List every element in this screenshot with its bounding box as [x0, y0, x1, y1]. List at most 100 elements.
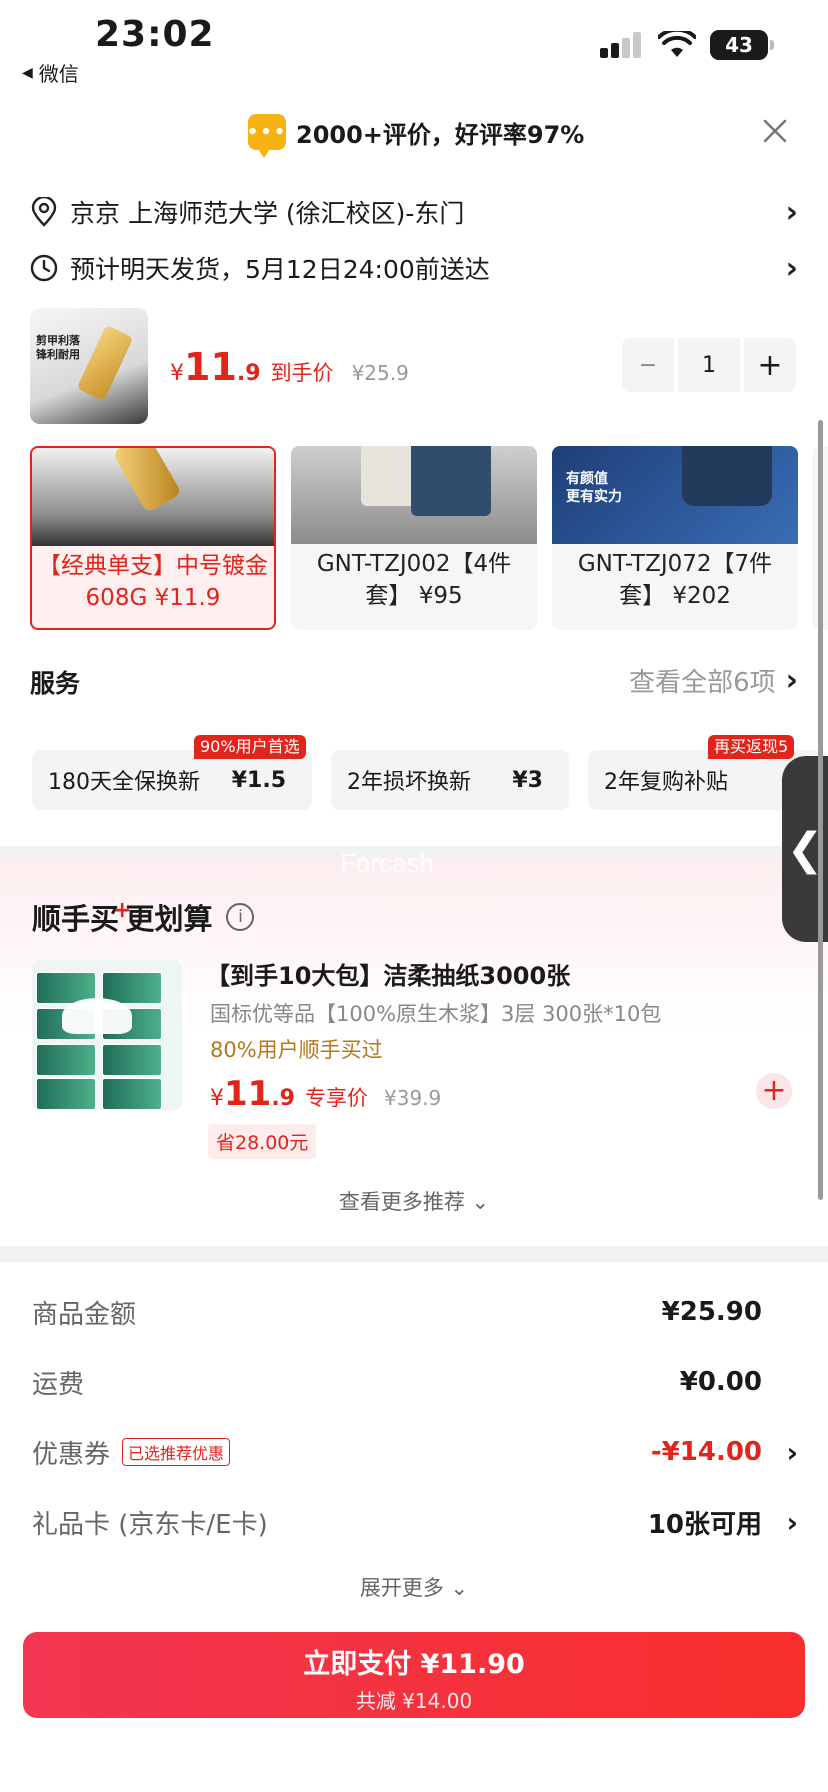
recommend-product-spec: 国标优等品【100%原生木浆】3层 300张*10包	[210, 1002, 662, 1026]
price-symbol: ¥	[170, 361, 184, 386]
back-app-label: 微信	[38, 62, 79, 86]
delivery-row[interactable]: 预计明天发货，5月12日24:00前送达 ›	[30, 246, 798, 290]
service-name: 180天全保换新	[48, 770, 200, 795]
chevron-right-icon: ›	[785, 250, 798, 286]
back-to-app-link[interactable]: ◀ 微信	[22, 58, 79, 87]
coupon-label: 优惠券	[32, 1439, 111, 1470]
info-icon[interactable]: i	[226, 903, 255, 931]
status-time: 23:02	[95, 14, 215, 55]
price-integer: 11	[184, 345, 237, 389]
goods-amount-row: 商品金额 ¥25.90	[32, 1290, 762, 1334]
variant-image-caption: 更有实力	[566, 489, 622, 505]
coupon-tag: 已选推荐优惠	[122, 1438, 231, 1466]
gift-card-value: 10张可用	[647, 1509, 762, 1540]
freight-label: 运费	[32, 1369, 85, 1400]
service-badge: 再买返现5	[708, 735, 795, 759]
gift-card-label: 礼品卡 (京东卡/E卡)	[32, 1509, 268, 1540]
location-pin-icon	[31, 197, 57, 227]
recommend-title-part: 更划算	[125, 902, 213, 936]
clock-icon	[30, 254, 58, 282]
view-all-label: 查看全部6项	[629, 668, 776, 698]
pay-now-button[interactable]: 立即支付 ¥11.90 共减 ¥14.00	[23, 1632, 805, 1718]
variant-name: 【经典单支】中号镀金608G ¥11.9	[38, 553, 268, 611]
wifi-icon	[658, 31, 696, 57]
freight-value: ¥0.00	[679, 1367, 762, 1397]
chat-dots: •••	[246, 121, 288, 143]
status-icons: 43	[600, 30, 774, 60]
chevron-right-icon: ›	[786, 1505, 798, 1539]
price-label: 专享价	[305, 1086, 368, 1110]
variant-option[interactable]: 有颜值 更有实力 GNT-TZJ072【7件套】 ¥202	[552, 446, 798, 630]
chevron-right-icon: ›	[785, 194, 798, 230]
section-divider	[0, 1246, 828, 1262]
cellular-signal-icon	[600, 32, 641, 58]
recommend-social-proof: 80%用户顺手买过	[210, 1038, 383, 1062]
scrollbar[interactable]	[818, 420, 823, 1200]
variant-option[interactable]: GNT-TZJ002【4件套】 ¥95	[291, 446, 537, 630]
battery-icon: 43	[710, 30, 774, 60]
view-more-recommendations[interactable]: 查看更多推荐 ⌄	[0, 1186, 828, 1216]
service-option[interactable]: 2年损坏换新 ¥3	[331, 750, 569, 810]
chevron-right-icon: ›	[785, 663, 798, 698]
service-name: 2年损坏换新	[347, 770, 471, 795]
coupon-row[interactable]: 优惠券 已选推荐优惠 -¥14.00 ›	[32, 1430, 798, 1474]
add-to-order-button[interactable]: +	[756, 1073, 792, 1109]
chevron-right-icon: ›	[786, 1435, 798, 1469]
recommend-price: ¥ 11 .9 专享价 ¥39.9	[210, 1074, 441, 1114]
rating-banner: ••• 2000+评价，好评率97%	[0, 108, 828, 164]
recommend-product-name[interactable]: 【到手10大包】洁柔抽纸3000张	[206, 956, 570, 991]
product-thumb-caption: 剪甲利落 锋利耐用	[36, 334, 80, 361]
service-option[interactable]: 180天全保换新 ¥1.5	[32, 750, 312, 810]
original-price: ¥39.9	[384, 1086, 442, 1110]
service-price: ¥3	[512, 767, 543, 793]
status-bar: 23:02 ◀ 微信 43	[0, 0, 828, 96]
tissue-product-image[interactable]	[32, 960, 182, 1110]
recommend-title-part: 顺手买	[32, 902, 120, 936]
variant-image	[32, 448, 274, 546]
quantity-stepper: − 1 +	[622, 338, 796, 392]
service-price: ¥1.5	[231, 767, 286, 793]
goods-amount-label: 商品金额	[32, 1299, 137, 1330]
product-thumbnail[interactable]: 剪甲利落 锋利耐用	[30, 308, 148, 424]
freight-row: 运费 ¥0.00	[32, 1360, 762, 1404]
increase-button[interactable]: +	[744, 338, 796, 392]
expand-more-button[interactable]: 展开更多 ⌄	[0, 1572, 828, 1602]
services-title: 服务	[30, 669, 81, 698]
add-on-recommendation: 顺手买+更划算 i 【到手10大包】洁柔抽纸3000张 国标优等品【100%原生…	[0, 860, 828, 1245]
product-price: ¥ 11 .9 到手价 ¥25.9	[170, 345, 409, 389]
quantity-value[interactable]: 1	[678, 338, 740, 392]
battery-level: 43	[725, 33, 753, 57]
savings-badge: 省28.00元	[208, 1124, 317, 1159]
price-decimal: .9	[236, 361, 261, 386]
coupon-value: -¥14.00	[650, 1437, 762, 1467]
variant-name: GNT-TZJ072【7件套】 ¥202	[577, 551, 773, 609]
decrease-button[interactable]: −	[622, 338, 674, 392]
delivery-text: 预计明天发货，5月12日24:00前送达	[70, 255, 490, 284]
variant-image	[291, 446, 537, 544]
original-price: ¥25.9	[351, 361, 409, 385]
price-integer: 11	[224, 1074, 272, 1114]
plus-mark-icon: +	[113, 898, 132, 923]
rating-text: 2000+评价，好评率97%	[296, 120, 585, 149]
back-triangle-icon: ◀	[22, 64, 33, 81]
price-decimal: .9	[271, 1086, 295, 1111]
variant-image: 有颜值 更有实力	[552, 446, 798, 544]
goods-amount-value: ¥25.90	[661, 1297, 762, 1327]
variant-list: 【经典单支】中号镀金608G ¥11.9 GNT-TZJ002【4件套】 ¥95…	[0, 446, 828, 631]
service-badge: 90%用户首选	[194, 735, 306, 759]
price-label: 到手价	[270, 361, 334, 385]
address-text: 京京 上海师范大学 (徐汇校区)-东门	[70, 199, 465, 228]
variant-name: GNT-TZJ002【4件套】 ¥95	[316, 551, 512, 609]
close-icon[interactable]	[760, 116, 790, 146]
pay-now-label: 立即支付 ¥11.90	[303, 1649, 525, 1680]
view-all-services-link[interactable]: 查看全部6项 ›	[629, 662, 798, 699]
chat-bubble-icon: •••	[246, 114, 288, 158]
watermark-text: Forcash	[340, 848, 434, 878]
service-name: 2年复购补贴	[604, 770, 728, 795]
price-symbol: ¥	[210, 1086, 224, 1111]
address-row[interactable]: 京京 上海师范大学 (徐汇校区)-东门 ›	[30, 190, 798, 234]
variant-option[interactable]: 【经典单支】中号镀金608G ¥11.9	[30, 446, 276, 630]
recommend-title: 顺手买+更划算 i	[32, 896, 255, 938]
variant-image-caption: 有颜值	[566, 471, 608, 487]
gift-card-row[interactable]: 礼品卡 (京东卡/E卡) 10张可用 ›	[32, 1500, 798, 1544]
